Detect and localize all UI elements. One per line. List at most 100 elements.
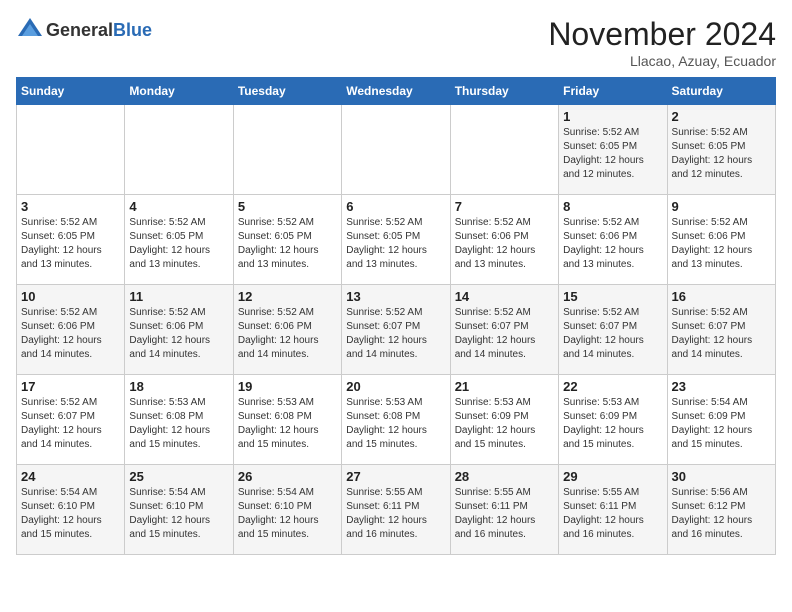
calendar-table: SundayMondayTuesdayWednesdayThursdayFrid… <box>16 77 776 555</box>
day-info: Sunrise: 5:53 AM Sunset: 6:09 PM Dayligh… <box>563 396 662 452</box>
day-number: 6 <box>346 199 445 214</box>
day-number: 15 <box>563 289 662 304</box>
day-number: 20 <box>346 379 445 394</box>
location: Llacao, Azuay, Ecuador <box>548 53 776 69</box>
day-number: 7 <box>455 199 554 214</box>
day-info: Sunrise: 5:56 AM Sunset: 6:12 PM Dayligh… <box>672 486 771 542</box>
day-number: 10 <box>21 289 120 304</box>
calendar-cell <box>450 105 558 195</box>
calendar-week-2: 3 Sunrise: 5:52 AM Sunset: 6:05 PM Daylig… <box>17 195 776 285</box>
day-number: 5 <box>238 199 337 214</box>
calendar-cell: 18Sunrise: 5:53 AM Sunset: 6:08 PM Dayli… <box>125 375 233 465</box>
title-block: November 2024 Llacao, Azuay, Ecuador <box>548 16 776 69</box>
col-header-wednesday: Wednesday <box>342 78 450 105</box>
calendar-cell: 12 Sunrise: 5:52 AM Sunset: 6:06 PM Dayli… <box>233 285 341 375</box>
col-header-thursday: Thursday <box>450 78 558 105</box>
calendar-cell: 3 Sunrise: 5:52 AM Sunset: 6:05 PM Daylig… <box>17 195 125 285</box>
calendar-cell: 28Sunrise: 5:55 AM Sunset: 6:11 PM Dayli… <box>450 465 558 555</box>
calendar-cell: 9 Sunrise: 5:52 AM Sunset: 6:06 PM Daylig… <box>667 195 775 285</box>
day-info: Sunrise: 5:52 AM Sunset: 6:05 PM Dayligh… <box>129 216 228 272</box>
day-number: 4 <box>129 199 228 214</box>
day-info: Sunrise: 5:52 AM Sunset: 6:06 PM Dayligh… <box>129 306 228 362</box>
logo-text: GeneralBlue <box>46 20 152 41</box>
day-number: 1 <box>563 109 662 124</box>
calendar-cell: 27 Sunrise: 5:55 AM Sunset: 6:11 PM Dayli… <box>342 465 450 555</box>
calendar-cell: 6 Sunrise: 5:52 AM Sunset: 6:05 PM Daylig… <box>342 195 450 285</box>
logo-general: General <box>46 20 113 40</box>
calendar-cell: 23 Sunrise: 5:54 AM Sunset: 6:09 PM Dayli… <box>667 375 775 465</box>
day-number: 8 <box>563 199 662 214</box>
page-header: GeneralBlue November 2024 Llacao, Azuay,… <box>16 16 776 69</box>
col-header-friday: Friday <box>559 78 667 105</box>
day-number: 24 <box>21 469 120 484</box>
calendar-week-1: 1 Sunrise: 5:52 AM Sunset: 6:05 PM Daylig… <box>17 105 776 195</box>
col-header-sunday: Sunday <box>17 78 125 105</box>
calendar-cell: 24 Sunrise: 5:54 AM Sunset: 6:10 PM Dayli… <box>17 465 125 555</box>
day-number: 14 <box>455 289 554 304</box>
day-info: Sunrise: 5:52 AM Sunset: 6:06 PM Dayligh… <box>238 306 337 362</box>
day-number: 22 <box>563 379 662 394</box>
day-info: Sunrise: 5:52 AM Sunset: 6:07 PM Dayligh… <box>21 396 120 452</box>
calendar-cell: 2 Sunrise: 5:52 AM Sunset: 6:05 PM Daylig… <box>667 105 775 195</box>
calendar-cell: 1 Sunrise: 5:52 AM Sunset: 6:05 PM Daylig… <box>559 105 667 195</box>
day-number: 17 <box>21 379 120 394</box>
calendar-cell: 5Sunrise: 5:52 AM Sunset: 6:05 PM Daylig… <box>233 195 341 285</box>
day-info: Sunrise: 5:52 AM Sunset: 6:07 PM Dayligh… <box>563 306 662 362</box>
calendar-cell <box>233 105 341 195</box>
day-number: 29 <box>563 469 662 484</box>
calendar-header-row: SundayMondayTuesdayWednesdayThursdayFrid… <box>17 78 776 105</box>
day-number: 9 <box>672 199 771 214</box>
day-number: 18 <box>129 379 228 394</box>
calendar-cell: 13Sunrise: 5:52 AM Sunset: 6:07 PM Dayli… <box>342 285 450 375</box>
logo-icon <box>16 16 44 44</box>
day-info: Sunrise: 5:53 AM Sunset: 6:09 PM Dayligh… <box>455 396 554 452</box>
month-title: November 2024 <box>548 16 776 53</box>
day-info: Sunrise: 5:52 AM Sunset: 6:07 PM Dayligh… <box>455 306 554 362</box>
day-info: Sunrise: 5:52 AM Sunset: 6:05 PM Dayligh… <box>346 216 445 272</box>
calendar-cell <box>125 105 233 195</box>
calendar-cell: 26Sunrise: 5:54 AM Sunset: 6:10 PM Dayli… <box>233 465 341 555</box>
col-header-tuesday: Tuesday <box>233 78 341 105</box>
day-info: Sunrise: 5:54 AM Sunset: 6:10 PM Dayligh… <box>21 486 120 542</box>
day-info: Sunrise: 5:52 AM Sunset: 6:05 PM Dayligh… <box>563 126 662 182</box>
calendar-cell: 30Sunrise: 5:56 AM Sunset: 6:12 PM Dayli… <box>667 465 775 555</box>
day-info: Sunrise: 5:52 AM Sunset: 6:06 PM Dayligh… <box>672 216 771 272</box>
day-number: 26 <box>238 469 337 484</box>
day-number: 21 <box>455 379 554 394</box>
calendar-cell: 20 Sunrise: 5:53 AM Sunset: 6:08 PM Dayli… <box>342 375 450 465</box>
day-number: 3 <box>21 199 120 214</box>
calendar-cell: 17 Sunrise: 5:52 AM Sunset: 6:07 PM Dayli… <box>17 375 125 465</box>
day-info: Sunrise: 5:53 AM Sunset: 6:08 PM Dayligh… <box>238 396 337 452</box>
day-info: Sunrise: 5:52 AM Sunset: 6:05 PM Dayligh… <box>672 126 771 182</box>
col-header-monday: Monday <box>125 78 233 105</box>
day-info: Sunrise: 5:54 AM Sunset: 6:09 PM Dayligh… <box>672 396 771 452</box>
calendar-cell: 4 Sunrise: 5:52 AM Sunset: 6:05 PM Daylig… <box>125 195 233 285</box>
day-number: 13 <box>346 289 445 304</box>
logo-blue: Blue <box>113 20 152 40</box>
day-number: 23 <box>672 379 771 394</box>
day-number: 16 <box>672 289 771 304</box>
day-info: Sunrise: 5:54 AM Sunset: 6:10 PM Dayligh… <box>129 486 228 542</box>
logo: GeneralBlue <box>16 16 152 44</box>
calendar-week-5: 24 Sunrise: 5:54 AM Sunset: 6:10 PM Dayli… <box>17 465 776 555</box>
calendar-cell: 7Sunrise: 5:52 AM Sunset: 6:06 PM Daylig… <box>450 195 558 285</box>
calendar-week-3: 10 Sunrise: 5:52 AM Sunset: 6:06 PM Dayli… <box>17 285 776 375</box>
calendar-cell: 22 Sunrise: 5:53 AM Sunset: 6:09 PM Dayli… <box>559 375 667 465</box>
day-number: 12 <box>238 289 337 304</box>
day-info: Sunrise: 5:53 AM Sunset: 6:08 PM Dayligh… <box>346 396 445 452</box>
day-number: 11 <box>129 289 228 304</box>
day-number: 19 <box>238 379 337 394</box>
day-number: 27 <box>346 469 445 484</box>
calendar-cell: 10Sunrise: 5:52 AM Sunset: 6:06 PM Dayli… <box>17 285 125 375</box>
calendar-cell <box>342 105 450 195</box>
calendar-cell: 11 Sunrise: 5:52 AM Sunset: 6:06 PM Dayli… <box>125 285 233 375</box>
day-info: Sunrise: 5:55 AM Sunset: 6:11 PM Dayligh… <box>455 486 554 542</box>
day-info: Sunrise: 5:52 AM Sunset: 6:05 PM Dayligh… <box>21 216 120 272</box>
day-info: Sunrise: 5:55 AM Sunset: 6:11 PM Dayligh… <box>346 486 445 542</box>
day-number: 25 <box>129 469 228 484</box>
day-number: 2 <box>672 109 771 124</box>
calendar-cell: 14 Sunrise: 5:52 AM Sunset: 6:07 PM Dayli… <box>450 285 558 375</box>
calendar-cell: 29Sunrise: 5:55 AM Sunset: 6:11 PM Dayli… <box>559 465 667 555</box>
calendar-cell: 19 Sunrise: 5:53 AM Sunset: 6:08 PM Dayli… <box>233 375 341 465</box>
calendar-cell: 8Sunrise: 5:52 AM Sunset: 6:06 PM Daylig… <box>559 195 667 285</box>
